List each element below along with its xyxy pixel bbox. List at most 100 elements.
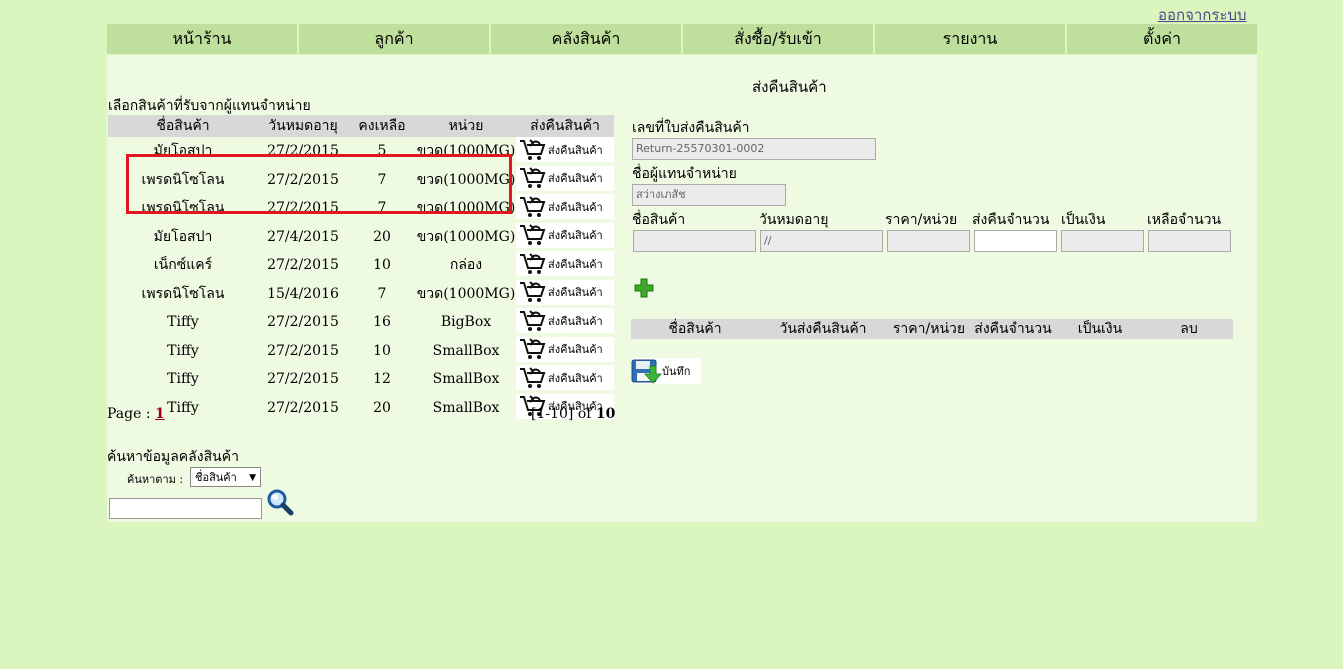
return-product-button[interactable]: ส่งคืนสินค้า	[516, 336, 614, 362]
return-label: ส่งคืนสินค้า	[548, 286, 603, 299]
cell-return: ส่งคืนสินค้า	[516, 194, 614, 223]
return-label: ส่งคืนสินค้า	[548, 143, 603, 157]
save-icon	[631, 359, 662, 384]
cell-expiry: 27/2/2015	[267, 399, 339, 416]
return-product-button[interactable]: ส่งคืนสินค้า	[516, 251, 614, 276]
return-label: ส่งคืนสินค้า	[548, 257, 603, 271]
stock-table-header: ชื่อสินค้า วันหมดอายุ คงเหลือ หน่วย ส่งค…	[108, 115, 614, 137]
cell-product-name: Tiffy	[167, 314, 199, 331]
cell-expiry: 27/2/2015	[267, 314, 339, 331]
label-return-qty: ส่งคืนจำนวน	[972, 212, 1050, 228]
table-row: เน็กซ์แคร์ 27/2/2015 10 กล่อง ส่งคืนสินค้า	[108, 251, 614, 280]
chevron-down-icon: ▼	[249, 473, 256, 483]
product-name-field	[633, 230, 756, 252]
return-label: ส่งคืนสินค้า	[548, 371, 603, 385]
search-by-label: ค้นหาตาม :	[127, 473, 184, 486]
save-label: บันทึก	[662, 365, 691, 378]
cart-return-icon	[520, 195, 546, 217]
supplier-field: สว่างเภสัช	[632, 184, 786, 206]
label-product-name: ชื่อสินค้า	[632, 212, 686, 228]
nav-settings[interactable]: ตั้งค่า	[1067, 24, 1257, 54]
col-remaining: คงเหลือ	[348, 115, 416, 137]
amount-field	[1061, 230, 1144, 252]
return-qty-input[interactable]	[974, 230, 1057, 252]
cart-return-icon	[520, 138, 546, 160]
ret-col-product: ชื่อสินค้า	[668, 321, 722, 337]
page-range: [1-10] of 10	[531, 406, 615, 422]
nav-customers[interactable]: ลูกค้า	[299, 24, 491, 54]
stock-section-title: เลือกสินค้าที่รับจากผู้แทนจำหน่าย	[108, 98, 311, 114]
col-unit: หน่วย	[416, 115, 516, 137]
return-product-button[interactable]: ส่งคืนสินค้า	[516, 308, 614, 333]
search-title: ค้นหาข้อมูลคลังสินค้า	[107, 449, 239, 465]
cart-return-icon	[520, 252, 546, 274]
ret-col-date: วันส่งคืนสินค้า	[779, 321, 867, 337]
return-product-button[interactable]: ส่งคืนสินค้า	[516, 279, 614, 305]
ret-col-delete: ลบ	[1180, 321, 1198, 337]
return-label: ส่งคืนสินค้า	[548, 200, 603, 214]
cell-return: ส่งคืนสินค้า	[516, 279, 614, 309]
search-field-selected: ชื่อสินค้า	[195, 471, 237, 484]
return-product-button[interactable]: ส่งคืนสินค้า	[516, 222, 614, 248]
cell-remaining: 7	[377, 285, 387, 302]
cell-product-name: Tiffy	[167, 371, 199, 388]
ret-col-price: ราคา/หน่วย	[892, 321, 966, 337]
table-row: เพรดนิโซโลน 15/4/2016 7 ขวด(1000MG) ส่งคืนสิ…	[108, 279, 614, 309]
cell-remaining: 20	[373, 399, 391, 416]
cell-unit: ขวด(1000MG)	[416, 228, 516, 245]
supplier-label: ชื่อผู้แทนจำหน่าย	[632, 166, 737, 182]
range-text: [1-10] of	[531, 406, 592, 422]
return-label: ส่งคืนสินค้า	[548, 172, 603, 185]
cell-unit: SmallBox	[432, 342, 500, 359]
cell-return: ส่งคืนสินค้า	[516, 251, 614, 280]
cart-return-icon	[520, 309, 546, 331]
unit-price-field	[887, 230, 970, 252]
cell-unit: SmallBox	[432, 399, 500, 416]
return-product-button[interactable]: ส่งคืนสินค้า	[516, 137, 614, 162]
page-link-1[interactable]: 1	[155, 406, 165, 422]
return-label: ส่งคืนสินค้า	[548, 343, 603, 356]
page-label: Page :	[107, 406, 151, 422]
ret-col-amount: เป็นเงิน	[1077, 321, 1123, 337]
return-product-button[interactable]: ส่งคืนสินค้า	[516, 365, 614, 390]
label-unit-price: ราคา/หน่วย	[885, 212, 958, 228]
cell-return: ส่งคืนสินค้า	[516, 365, 614, 394]
cell-return: ส่งคืนสินค้า	[516, 137, 614, 166]
cell-remaining: 20	[373, 228, 391, 245]
cell-expiry: 27/2/2015	[267, 342, 339, 359]
label-amount: เป็นเงิน	[1061, 212, 1106, 228]
expiry-field: //	[760, 230, 883, 252]
magnifier-search-icon[interactable]	[266, 488, 294, 516]
return-label: ส่งคืนสินค้า	[548, 229, 603, 242]
nav-reports[interactable]: รายงาน	[875, 24, 1067, 54]
range-total: 10	[595, 406, 616, 422]
cell-expiry: 27/4/2015	[267, 228, 339, 245]
cell-remaining: 16	[373, 314, 391, 331]
return-product-button[interactable]: ส่งคืนสินค้า	[516, 165, 614, 191]
cart-return-icon	[520, 167, 546, 188]
highlight-box	[126, 154, 512, 214]
save-button[interactable]: บันทึก	[631, 358, 701, 384]
cart-return-icon	[520, 366, 546, 388]
return-label: ส่งคืนสินค้า	[548, 314, 603, 328]
cell-product-name: เพรดนิโซโลน	[141, 285, 225, 302]
cell-unit: กล่อง	[449, 257, 483, 274]
cart-return-icon	[520, 281, 546, 302]
cell-return: ส่งคืนสินค้า	[516, 165, 614, 195]
search-field-select[interactable]: ชื่อสินค้า ▼	[190, 467, 261, 487]
cell-remaining: 12	[373, 371, 391, 388]
main-nav: หน้าร้าน ลูกค้า คลังสินค้า สั่งซื้อ/รับเ…	[107, 24, 1257, 54]
page-title: ส่งคืนสินค้า	[752, 78, 827, 96]
table-row: Tiffy 27/2/2015 16 BigBox ส่งคืนสินค้า	[108, 308, 614, 337]
nav-storefront[interactable]: หน้าร้าน	[107, 24, 299, 54]
nav-inventory[interactable]: คลังสินค้า	[491, 24, 683, 54]
cell-product-name: Tiffy	[167, 342, 199, 359]
nav-purchase-receive[interactable]: สั่งซื้อ/รับเข้า	[683, 24, 875, 54]
cell-remaining: 10	[373, 257, 391, 274]
plus-add-icon[interactable]	[634, 278, 654, 298]
search-input[interactable]	[109, 498, 262, 519]
cell-expiry: 27/2/2015	[267, 371, 339, 388]
col-expiry: วันหมดอายุ	[258, 115, 348, 137]
return-product-button[interactable]: ส่งคืนสินค้า	[516, 194, 614, 219]
cell-remaining: 10	[373, 342, 391, 359]
